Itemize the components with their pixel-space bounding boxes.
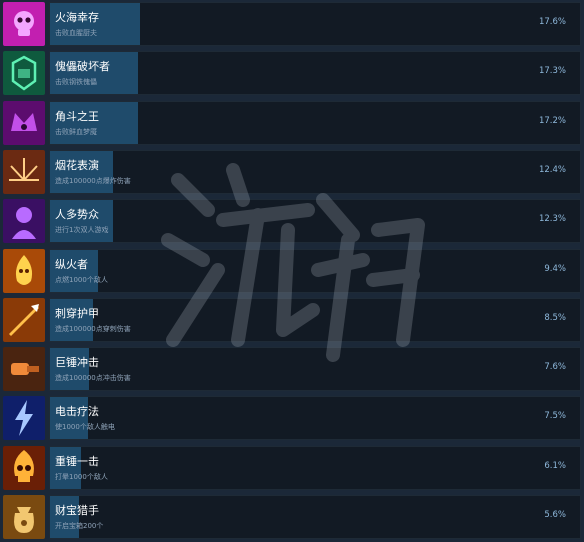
- unlock-percent: 9.4%: [544, 263, 566, 274]
- purple-figure-icon: [3, 199, 45, 244]
- achievement-row: 人多势众进行1次双人游戏 12.3%: [0, 199, 584, 244]
- achievement-row: 火海幸存击败血腥厨夫 17.6%: [0, 2, 584, 46]
- achievement-title: 电击疗法: [55, 405, 99, 419]
- achievement-card: 巨锤冲击造成100000点冲击伤害 7.6%: [49, 347, 581, 392]
- achievement-card: 火海幸存击败血腥厨夫 17.6%: [49, 2, 581, 46]
- achievement-description: 造成100000点爆炸伤害: [55, 176, 131, 185]
- achievement-card: 人多势众进行1次双人游戏 12.3%: [49, 199, 581, 244]
- flaming-skull-icon: [3, 445, 45, 490]
- achievement-card: 傀儡破坏者击败钢铁傀儡 17.3%: [49, 51, 581, 96]
- achievement-title: 烟花表演: [55, 158, 99, 172]
- unlock-percent: 7.6%: [544, 362, 566, 373]
- achievement-description: 点燃1000个敌人: [55, 275, 108, 284]
- unlock-percent: 17.3%: [538, 66, 566, 77]
- unlock-percent: 6.1%: [544, 460, 566, 471]
- achievement-row: 重锤一击打晕1000个敌人 6.1%: [0, 445, 584, 490]
- unlock-percent: 12.3%: [538, 214, 566, 225]
- achievement-description: 击败钢铁傀儡: [55, 78, 97, 87]
- achievement-description: 造成100000点穿刺伤害: [55, 324, 131, 333]
- achievement-description: 打晕1000个敌人: [55, 472, 108, 481]
- firework-burst-icon: [3, 149, 45, 194]
- achievement-title: 角斗之王: [55, 109, 99, 123]
- purple-skull-icon: [3, 2, 45, 46]
- achievement-description: 进行1次双人游戏: [55, 226, 109, 235]
- achievement-card: 电击疗法使1000个敌人触电 7.5%: [49, 396, 581, 441]
- achievement-row: 烟花表演造成100000点爆炸伤害 12.4%: [0, 149, 584, 194]
- achievement-description: 开启宝箱200个: [55, 522, 104, 530]
- achievement-card: 烟花表演造成100000点爆炸伤害 12.4%: [49, 149, 581, 194]
- unlock-percent: 7.5%: [544, 411, 566, 422]
- achievement-title: 纵火者: [55, 257, 88, 271]
- achievement-row: 财宝猎手开启宝箱200个 5.6%: [0, 495, 584, 539]
- unlock-percent: 8.5%: [544, 312, 566, 323]
- achievement-row: 角斗之王击败鲜血梦魇 17.2%: [0, 100, 584, 145]
- achievement-card: 重锤一击打晕1000个敌人 6.1%: [49, 445, 581, 490]
- achievement-title: 刺穿护甲: [55, 306, 99, 320]
- achievement-title: 傀儡破坏者: [55, 60, 110, 74]
- achievement-title: 人多势众: [55, 208, 99, 222]
- achievement-row: 纵火者点燃1000个敌人 9.4%: [0, 248, 584, 293]
- spear-streak-icon: [3, 297, 45, 342]
- achievement-title: 财宝猎手: [55, 504, 99, 517]
- green-golem-head-icon: [3, 51, 45, 96]
- lightning-icon: [3, 396, 45, 441]
- purple-crown-icon: [3, 100, 45, 145]
- unlock-percent: 5.6%: [544, 510, 566, 520]
- treasure-bag-icon: [3, 495, 45, 539]
- achievement-card: 角斗之王击败鲜血梦魇 17.2%: [49, 100, 581, 145]
- achievement-card: 纵火者点燃1000个敌人 9.4%: [49, 248, 581, 293]
- hammer-fist-icon: [3, 347, 45, 392]
- achievement-title: 火海幸存: [55, 11, 99, 24]
- achievement-card: 刺穿护甲造成100000点穿刺伤害 8.5%: [49, 297, 581, 342]
- unlock-percent: 17.6%: [538, 17, 566, 27]
- achievement-row: 刺穿护甲造成100000点穿刺伤害 8.5%: [0, 297, 584, 342]
- achievement-description: 击败血腥厨夫: [55, 29, 97, 37]
- achievement-title: 巨锤冲击: [55, 356, 99, 370]
- achievement-description: 使1000个敌人触电: [55, 423, 115, 432]
- achievement-row: 电击疗法使1000个敌人触电 7.5%: [0, 396, 584, 441]
- achievement-description: 击败鲜血梦魇: [55, 127, 97, 136]
- unlock-percent: 12.4%: [538, 164, 566, 175]
- achievement-title: 重锤一击: [55, 454, 99, 468]
- achievement-description: 造成100000点冲击伤害: [55, 374, 131, 383]
- achievement-card: 财宝猎手开启宝箱200个 5.6%: [49, 495, 581, 539]
- achievement-row: 傀儡破坏者击败钢铁傀儡 17.3%: [0, 51, 584, 96]
- fire-monster-icon: [3, 248, 45, 293]
- achievement-row: 巨锤冲击造成100000点冲击伤害 7.6%: [0, 347, 584, 392]
- unlock-percent: 17.2%: [538, 115, 566, 126]
